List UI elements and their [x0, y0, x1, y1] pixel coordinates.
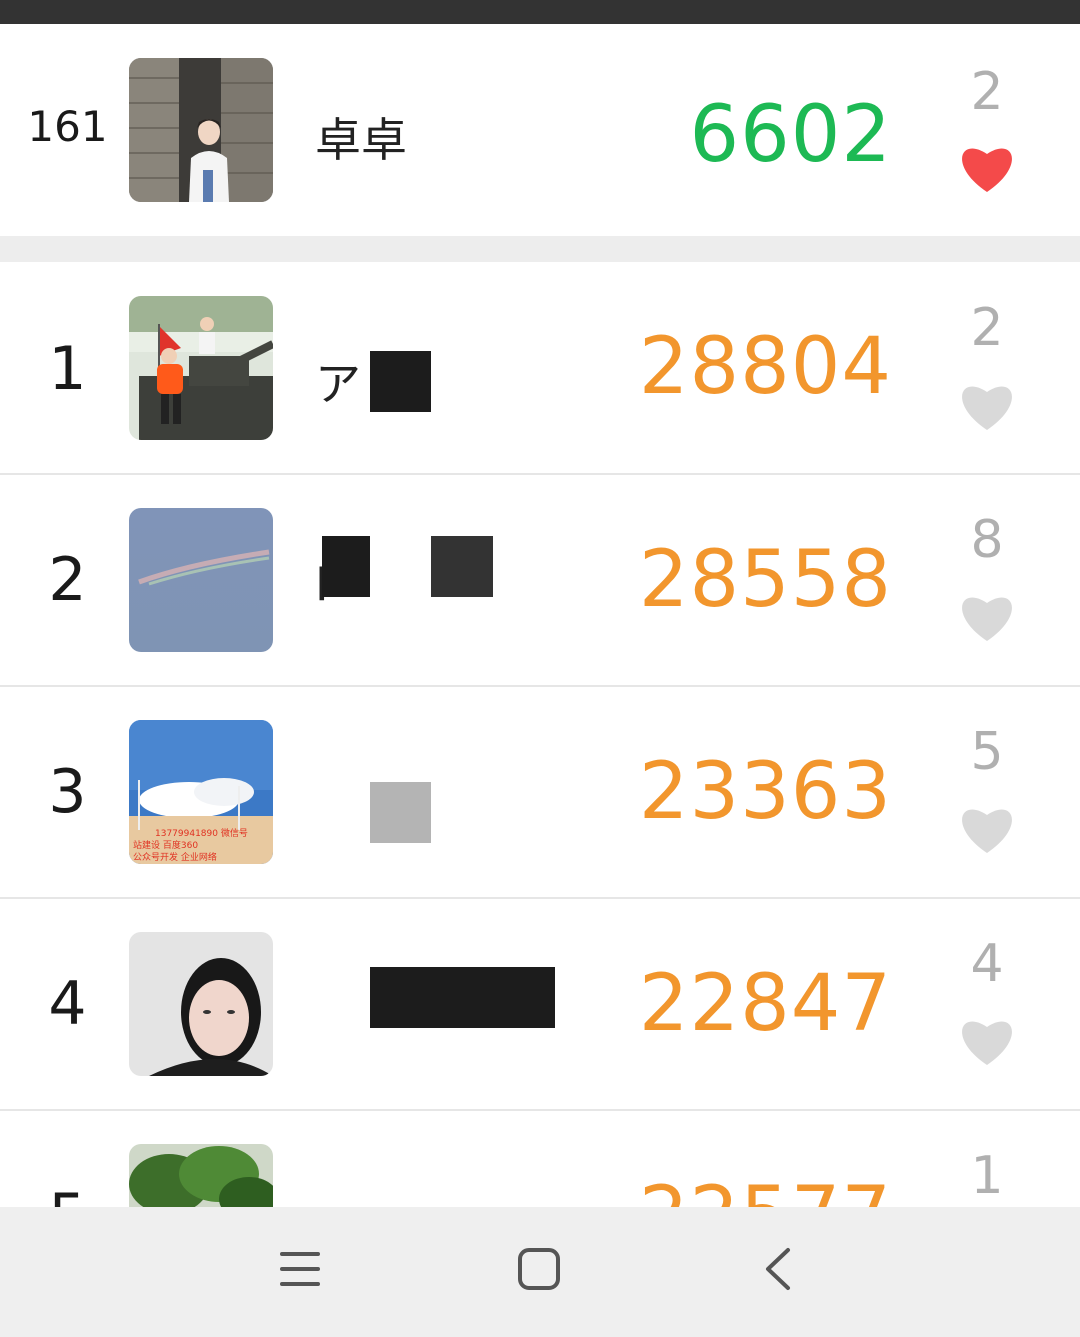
like-count: 4 — [970, 934, 1004, 994]
rank-number: 2 — [48, 545, 87, 615]
player-name: ア — [315, 357, 361, 411]
player-score: 28558 — [638, 535, 892, 625]
my-score: 6602 — [689, 90, 892, 180]
heart-icon[interactable] — [958, 803, 1016, 855]
rank-number: 4 — [48, 969, 87, 1039]
rank-row-3[interactable]: 3 13779941890 微信号 站建设 百度360 公众号开发 企业网络 2… — [0, 687, 1080, 897]
redaction-block — [322, 536, 370, 597]
player-score: 23363 — [638, 747, 892, 837]
rank-row-5[interactable]: 5 22577 1 — [0, 1111, 1080, 1207]
rank-row-4[interactable]: 4 22847 4 — [0, 899, 1080, 1109]
my-rank-row[interactable]: 161 卓卓 6602 2 — [0, 24, 1080, 236]
redaction-block — [370, 967, 555, 1028]
rank-number: 3 — [48, 757, 87, 827]
like-count: 5 — [970, 722, 1004, 782]
home-icon[interactable] — [509, 1240, 569, 1300]
my-like-count: 2 — [970, 62, 1004, 122]
redaction-block — [370, 782, 431, 843]
player-score: 22577 — [639, 1171, 892, 1207]
heart-icon[interactable] — [958, 1015, 1016, 1067]
rank-number: 1 — [48, 334, 87, 404]
avatar-overlay-text: 公众号开发 企业网络 — [133, 853, 217, 863]
section-gap — [0, 236, 1080, 262]
redaction-block — [370, 351, 431, 412]
heart-icon[interactable] — [958, 380, 1016, 432]
rank-number: 5 — [0, 1181, 135, 1207]
avatar-overlay-text: 站建设 百度360 — [133, 841, 199, 851]
rank-row-2[interactable]: 2 F 28558 8 — [0, 475, 1080, 685]
player-score: 22847 — [638, 959, 892, 1049]
menu-icon[interactable] — [270, 1240, 330, 1300]
my-avatar[interactable] — [129, 58, 273, 202]
heart-icon[interactable] — [958, 142, 1016, 194]
like-count: 2 — [970, 298, 1004, 358]
redaction-block — [431, 536, 493, 597]
avatar-overlay-text: 13779941890 微信号 — [155, 829, 248, 839]
player-score: 28804 — [638, 322, 892, 412]
avatar-1[interactable] — [129, 296, 273, 440]
avatar-5[interactable] — [129, 1144, 273, 1207]
avatar-3[interactable]: 13779941890 微信号 站建设 百度360 公众号开发 企业网络 — [129, 720, 273, 864]
like-count: 8 — [970, 510, 1004, 570]
avatar-4[interactable] — [129, 932, 273, 1076]
back-icon[interactable] — [750, 1240, 810, 1300]
rank-row-1[interactable]: 1 ア 28804 2 — [0, 262, 1080, 474]
status-bar — [0, 0, 1080, 24]
heart-icon[interactable] — [958, 591, 1016, 643]
like-count: 1 — [970, 1146, 1004, 1206]
my-name: 卓卓 — [315, 113, 407, 167]
my-rank-number: 161 — [27, 102, 108, 151]
avatar-2[interactable] — [129, 508, 273, 652]
